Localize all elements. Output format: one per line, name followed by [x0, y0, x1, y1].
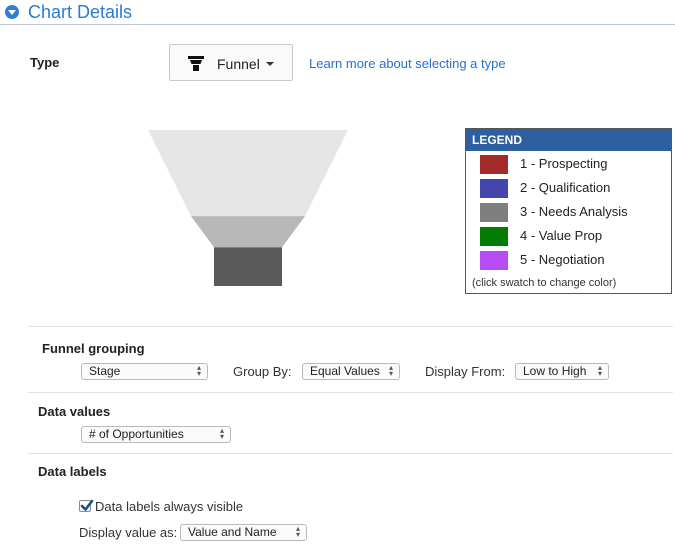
- legend-swatch[interactable]: [480, 227, 508, 246]
- updown-arrows-icon: ▴ ▾: [196, 363, 201, 378]
- updown-arrows-icon: ▴ ▾: [597, 363, 602, 378]
- legend-swatch[interactable]: [480, 251, 508, 270]
- section-divider: [28, 453, 673, 454]
- funnel-icon: [188, 56, 204, 71]
- data-values-select[interactable]: # of Opportunities ▴ ▾: [81, 426, 231, 443]
- data-labels-title: Data labels: [38, 464, 107, 479]
- legend-item: 4 - Value Prop: [466, 225, 671, 249]
- section-title: Chart Details: [28, 2, 133, 22]
- legend-hint: (click swatch to change color): [472, 277, 617, 289]
- chart-type-value: Funnel: [217, 56, 260, 72]
- group-by-select[interactable]: Equal Values ▴ ▾: [302, 363, 400, 380]
- type-label: Type: [30, 55, 60, 70]
- updown-arrows-icon: ▴ ▾: [295, 524, 300, 539]
- data-values-value: # of Opportunities: [89, 427, 184, 441]
- group-by-value: Equal Values: [310, 364, 380, 378]
- legend-panel: LEGEND 1 - Prospecting 2 - Qualification…: [465, 128, 672, 294]
- funnel-stage-2: [191, 216, 305, 248]
- legend-header: LEGEND: [466, 129, 671, 151]
- collapse-toggle-icon[interactable]: [5, 5, 19, 19]
- legend-item: 1 - Prospecting: [466, 153, 671, 177]
- legend-swatch[interactable]: [480, 179, 508, 198]
- funnel-grouping-title: Funnel grouping: [42, 341, 145, 356]
- legend-swatch[interactable]: [480, 203, 508, 222]
- funnel-stage-3: [214, 247, 282, 286]
- display-as-value: Value and Name: [188, 525, 277, 539]
- chevron-down-icon: [266, 62, 274, 66]
- data-values-title: Data values: [38, 404, 111, 419]
- legend-item: 3 - Needs Analysis: [466, 201, 671, 225]
- legend-item-label: 2 - Qualification: [520, 180, 611, 195]
- group-by-label: Group By:: [233, 364, 292, 379]
- legend-item-label: 4 - Value Prop: [520, 228, 603, 243]
- chart-type-dropdown[interactable]: Funnel: [169, 44, 293, 81]
- legend-item-label: 3 - Needs Analysis: [520, 204, 628, 219]
- learn-more-link[interactable]: Learn more about selecting a type: [309, 56, 506, 71]
- updown-arrows-icon: ▴ ▾: [219, 426, 224, 441]
- grouping-stage-select[interactable]: Stage ▴ ▾: [81, 363, 208, 380]
- display-from-label: Display From:: [425, 364, 506, 379]
- legend-item-label: 1 - Prospecting: [520, 156, 608, 171]
- updown-arrows-icon: ▴ ▾: [388, 363, 393, 378]
- header-divider: [0, 24, 675, 25]
- data-labels-checkbox-label: Data labels always visible: [95, 499, 244, 514]
- section-divider: [28, 326, 673, 327]
- display-from-value: Low to High: [523, 364, 587, 378]
- display-from-select[interactable]: Low to High ▴ ▾: [515, 363, 609, 380]
- checkmark-icon: [80, 499, 94, 511]
- display-as-label: Display value as:: [79, 525, 178, 540]
- funnel-chart: [148, 130, 348, 286]
- legend-title: LEGEND: [472, 133, 523, 147]
- funnel-stage-1: [148, 130, 348, 217]
- display-as-select[interactable]: Value and Name ▴ ▾: [180, 524, 307, 541]
- section-divider: [28, 392, 673, 393]
- data-labels-checkbox[interactable]: [79, 499, 94, 512]
- grouping-stage-value: Stage: [89, 364, 121, 378]
- legend-item: 5 - Negotiation: [466, 249, 671, 273]
- legend-swatch[interactable]: [480, 155, 508, 174]
- section-header: Chart Details: [0, 0, 675, 25]
- legend-item: 2 - Qualification: [466, 177, 671, 201]
- legend-item-label: 5 - Negotiation: [520, 252, 605, 267]
